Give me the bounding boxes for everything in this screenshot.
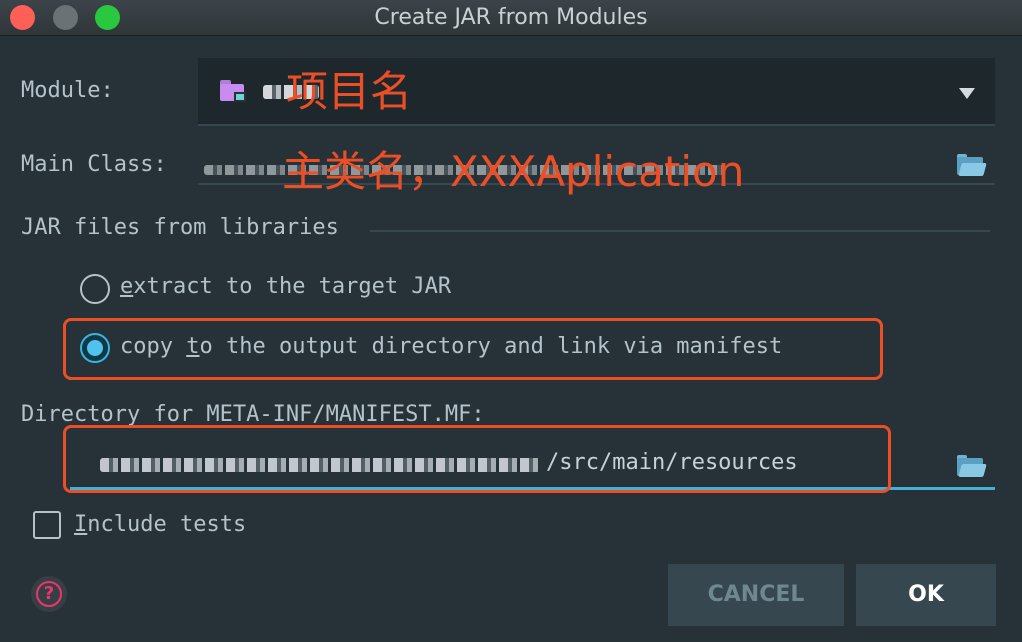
main-class-label: Main Class: (21, 152, 167, 177)
help-button[interactable]: ? (31, 576, 67, 612)
section-divider (370, 230, 990, 232)
window-title: Create JAR from Modules (374, 5, 648, 30)
extract-option-label[interactable]: extract to the target JAR (120, 274, 451, 299)
manifest-directory-label: Directory for META-INF/MANIFEST.MF: (21, 402, 485, 427)
jar-libraries-section-title: JAR files from libraries (21, 215, 339, 240)
cancel-button[interactable]: CANCEL (668, 564, 844, 626)
chevron-down-icon[interactable] (959, 88, 975, 99)
extract-radio[interactable] (80, 274, 110, 304)
annotation-module-note: 项目名 (286, 67, 413, 116)
highlight-manifest-directory (63, 425, 891, 493)
include-tests-label[interactable]: Include tests (74, 512, 246, 537)
folder-open-icon[interactable] (956, 454, 987, 478)
module-label: Module: (21, 78, 114, 103)
folder-open-icon[interactable] (956, 153, 987, 177)
help-icon: ? (36, 581, 62, 607)
include-tests-checkbox[interactable] (33, 511, 61, 539)
highlight-copy-option (63, 318, 883, 380)
ok-button[interactable]: OK (856, 564, 996, 626)
module-folder-icon (220, 80, 246, 102)
annotation-main-class-note: 主类名，XXXAplication (282, 147, 745, 196)
title-bar: Create JAR from Modules (0, 0, 1022, 36)
